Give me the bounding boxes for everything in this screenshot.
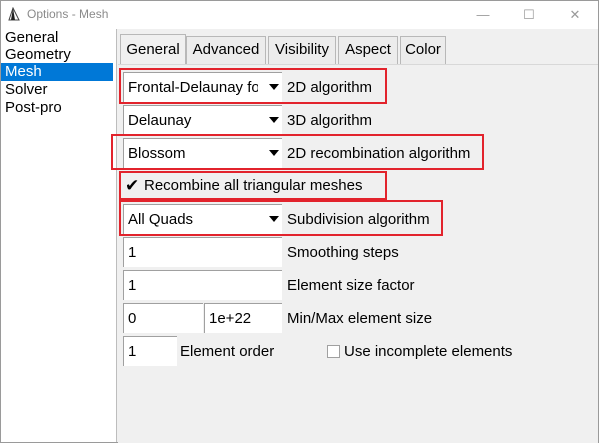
- options-content: General Advanced Visibility Aspect Color…: [111, 29, 598, 443]
- sidebar-item-mesh[interactable]: Mesh: [1, 63, 113, 81]
- sidebar-item-geometry[interactable]: Geometry: [1, 46, 113, 64]
- maximize-button[interactable]: ☐: [506, 1, 552, 29]
- min-max-element-size-label: Min/Max element size: [287, 310, 433, 327]
- smoothing-steps-label: Smoothing steps: [287, 244, 399, 261]
- gmsh-app-icon: [8, 7, 20, 21]
- category-sidebar: General Geometry Mesh Solver Post-pro: [1, 29, 117, 442]
- highlight-2d-recombination: [111, 134, 484, 170]
- chevron-down-icon: [269, 117, 279, 123]
- tab-visibility[interactable]: Visibility: [268, 36, 336, 64]
- tab-aspect[interactable]: Aspect: [338, 36, 398, 64]
- sidebar-item-post-pro[interactable]: Post-pro: [1, 99, 113, 117]
- min-element-size-input[interactable]: 0: [123, 303, 203, 333]
- element-order-label: Element order: [180, 343, 275, 360]
- tab-general[interactable]: General: [120, 34, 186, 65]
- highlight-2d-algorithm: [119, 68, 387, 104]
- max-element-size-input[interactable]: 1e+22: [204, 303, 282, 333]
- 3d-algorithm-select[interactable]: Delaunay: [123, 105, 282, 135]
- element-order-input[interactable]: 1: [123, 336, 177, 366]
- minimize-button[interactable]: —: [460, 1, 506, 29]
- title-bar: Options - Mesh — ☐ ✕: [1, 1, 598, 29]
- close-button[interactable]: ✕: [552, 1, 598, 29]
- sidebar-item-solver[interactable]: Solver: [1, 81, 113, 99]
- element-size-factor-label: Element size factor: [287, 277, 415, 294]
- general-tab-panel: Frontal-Delaunay for Quads 2D algorithm …: [111, 64, 598, 443]
- tab-color[interactable]: Color: [400, 36, 446, 64]
- incomplete-elements-label: Use incomplete elements: [344, 343, 513, 360]
- incomplete-elements-checkbox[interactable]: [327, 345, 340, 358]
- smoothing-steps-input[interactable]: 1: [123, 237, 282, 267]
- element-size-factor-input[interactable]: 1: [123, 270, 282, 300]
- highlight-subdivision: [119, 200, 443, 236]
- sidebar-item-general[interactable]: General: [1, 29, 113, 47]
- 3d-algorithm-label: 3D algorithm: [287, 112, 373, 129]
- options-mesh-window: Options - Mesh — ☐ ✕ General Geometry Me…: [0, 0, 599, 443]
- highlight-recombine-all: [119, 171, 387, 200]
- window-title: Options - Mesh: [27, 7, 109, 21]
- tab-advanced[interactable]: Advanced: [186, 36, 266, 64]
